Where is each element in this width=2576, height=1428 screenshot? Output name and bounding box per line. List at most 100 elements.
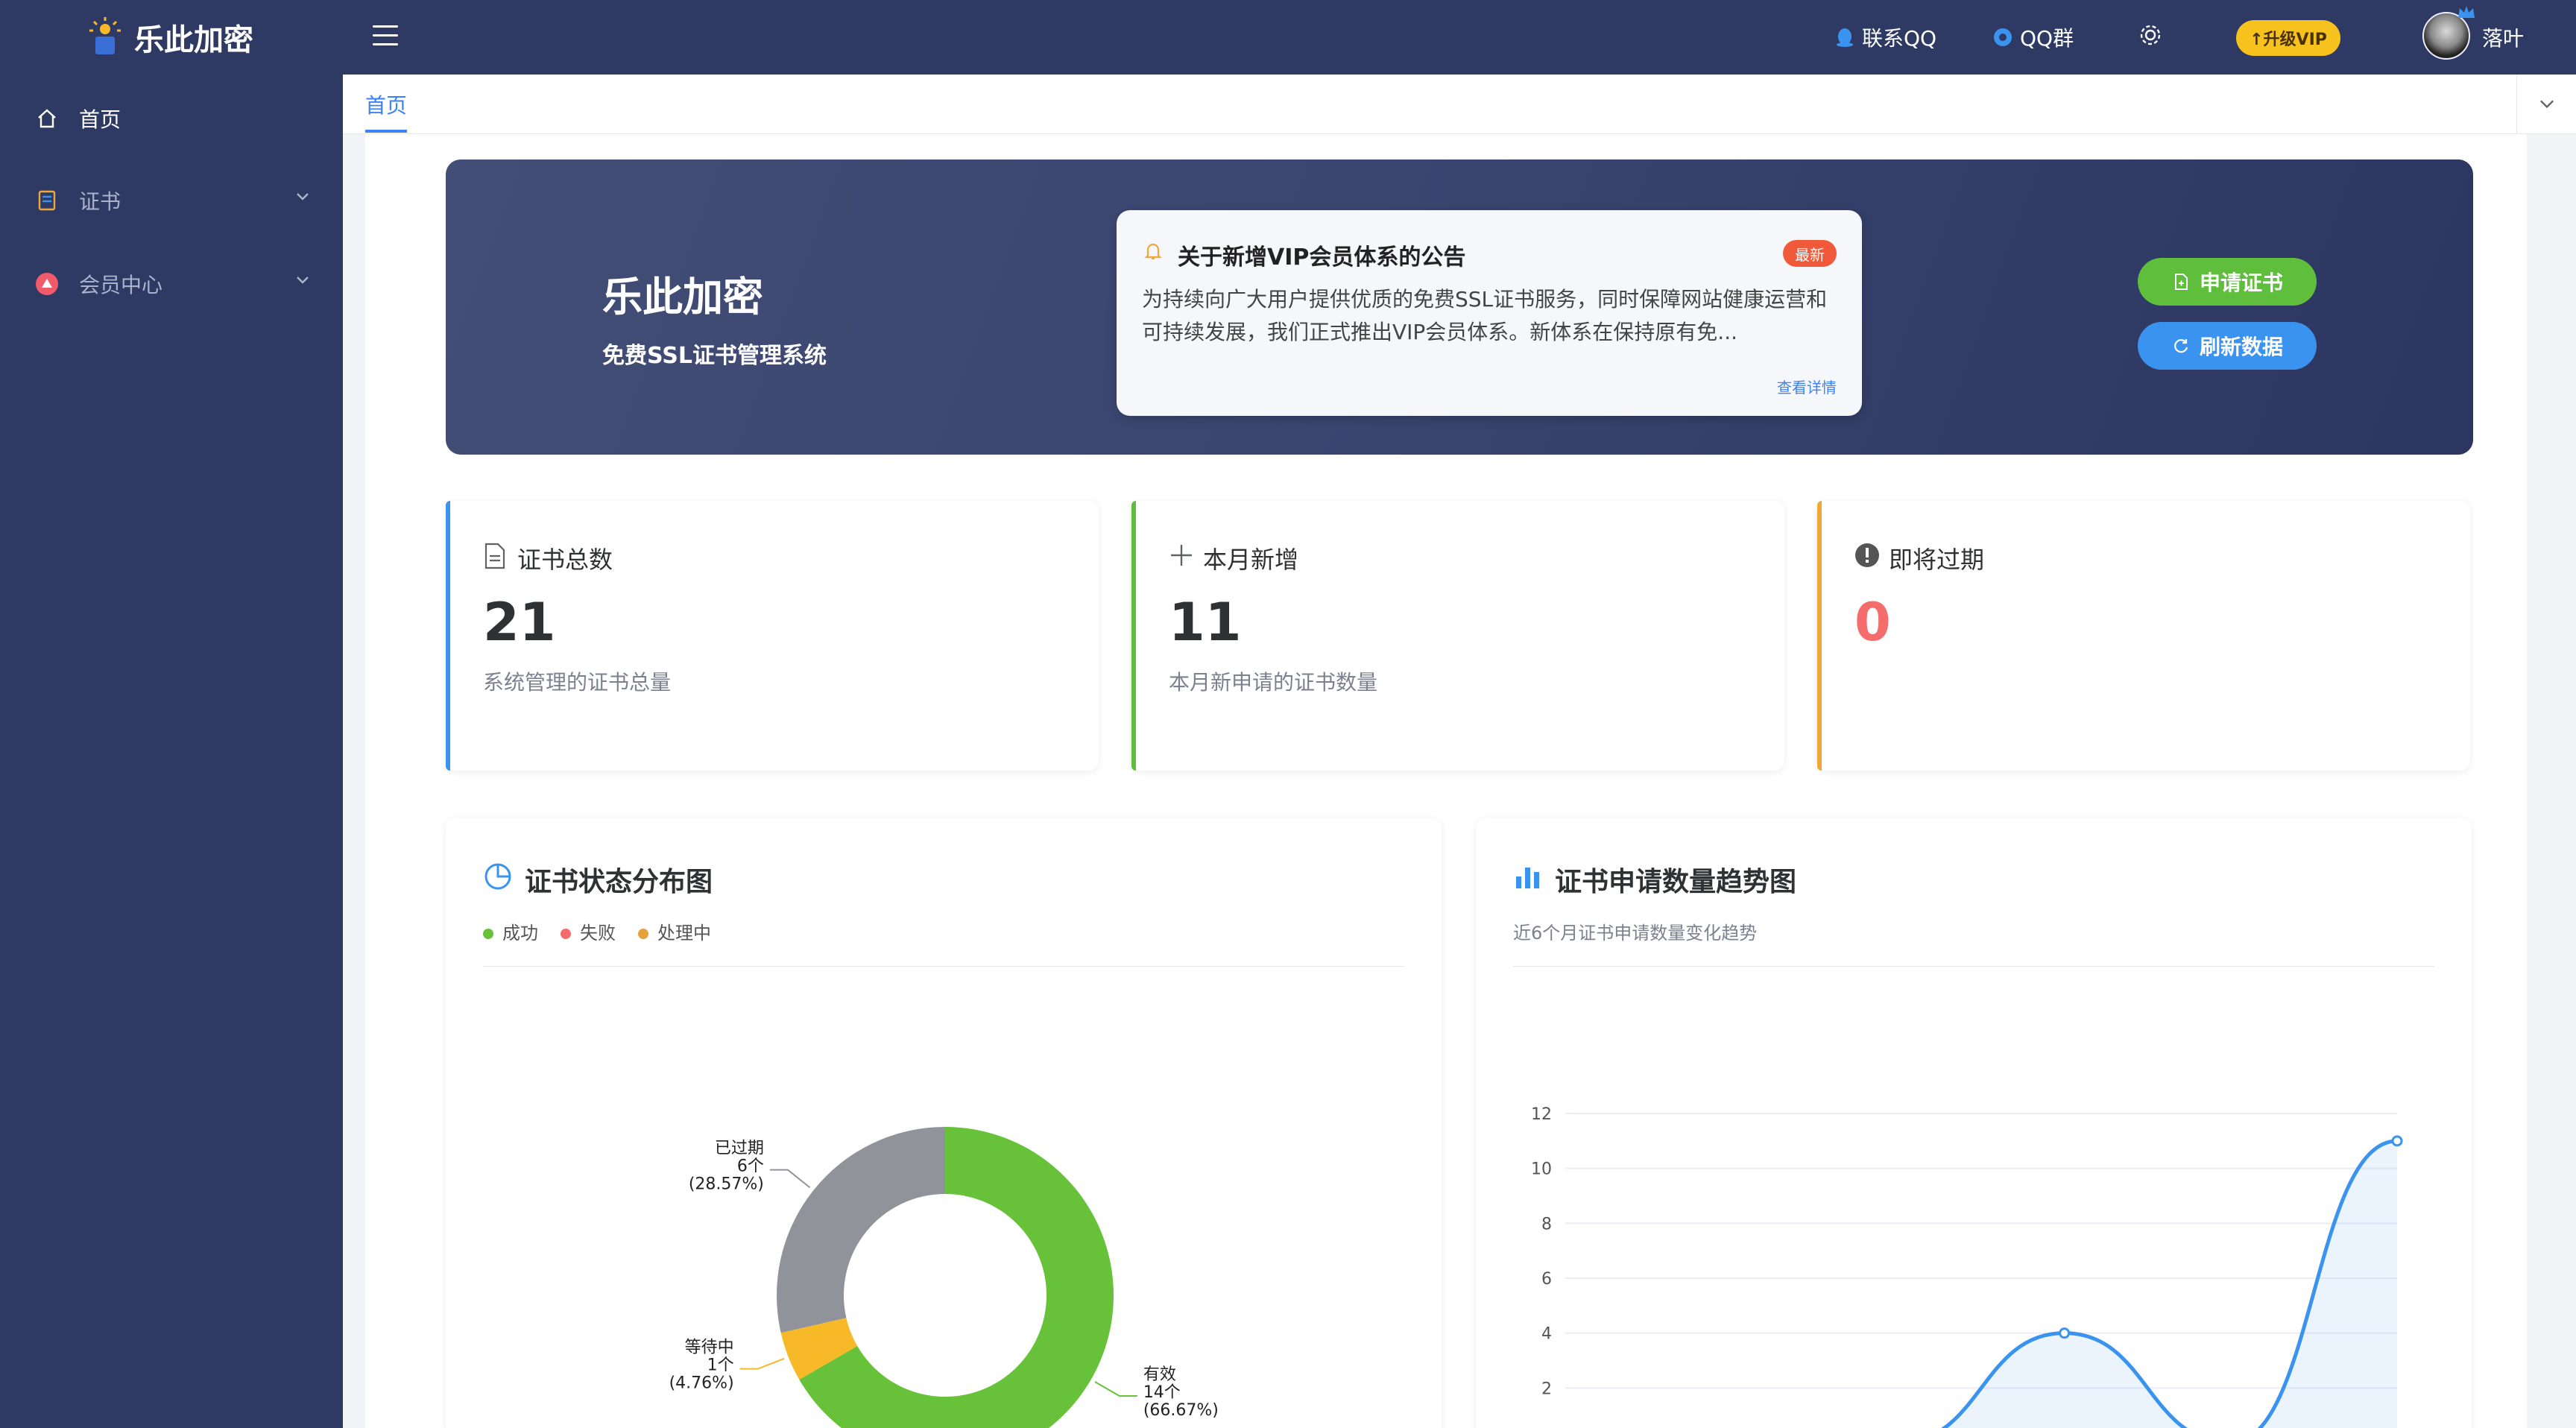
stat-card-total: 证书总数 21 系统管理的证书总量 [446, 501, 1099, 771]
gear-icon [2140, 25, 2161, 45]
chevron-down-icon [297, 193, 309, 200]
pie-slice-label: 已过期 [715, 1140, 764, 1158]
panel-subtitle: 近6个月证书申请数量变化趋势 [1513, 923, 1758, 944]
hero-title: 乐此加密 [602, 274, 763, 320]
legend-label: 失败 [580, 923, 616, 944]
stat-title: 即将过期 [1889, 546, 1985, 574]
top-bar: 联系QQ QQ群 ↑升级VIP 落叶 [343, 0, 2576, 75]
status-distribution-panel: 证书状态分布图 成功 失败 处理中 有效 14个 (66.67%) 等待中 1个 (4.7… [446, 818, 1442, 1428]
pie-slice-label: 等待中 [685, 1339, 734, 1357]
contact-qq-label: 联系QQ [1862, 26, 1937, 51]
pie-slice-label: (28.57%) [689, 1175, 764, 1194]
stat-accent-bar [1131, 501, 1136, 771]
sidebar-item-label: 首页 [79, 107, 121, 132]
y-tick-label: 6 [1541, 1270, 1552, 1289]
hero-subtitle: 免费SSL证书管理系统 [602, 343, 827, 369]
legend-item-failed[interactable]: 失败 [561, 918, 616, 944]
crown-icon [2458, 6, 2475, 18]
app-name: 乐此加密 [134, 23, 253, 57]
stat-description: 系统管理的证书总量 [483, 670, 672, 695]
pie-slice-label: (4.76%) [669, 1374, 734, 1393]
chevron-down-icon [297, 277, 309, 284]
stat-card-monthly: 本月新增 11 本月新申请的证书数量 [1131, 501, 1784, 771]
pie-slice-label: 有效 [1143, 1365, 1176, 1384]
bar-chart-icon [1516, 868, 1539, 888]
file-add-icon [2174, 274, 2188, 290]
pie-chart-icon [484, 863, 511, 890]
tabs-dropdown-button[interactable] [2516, 75, 2576, 134]
pie-slice-label: 6个 [737, 1157, 764, 1176]
warning-icon [1855, 543, 1879, 567]
stat-value: 0 [1854, 592, 1891, 653]
pie-slice-label: (66.67%) [1143, 1401, 1219, 1420]
stat-accent-bar [446, 501, 450, 771]
upgrade-vip-button[interactable]: ↑升级VIP [2236, 20, 2340, 56]
certificate-icon [34, 188, 60, 213]
pie-label-line [769, 1169, 811, 1189]
pie-label-line [739, 1357, 785, 1370]
document-icon [484, 543, 505, 569]
tab-home[interactable]: 首页 [365, 89, 408, 133]
trend-point[interactable] [2391, 1135, 2403, 1147]
legend-item-success[interactable]: 成功 [483, 918, 538, 944]
menu-toggle-icon[interactable] [373, 25, 398, 48]
stat-value: 21 [483, 592, 556, 653]
refresh-data-button[interactable]: 刷新数据 [2138, 322, 2317, 370]
refresh-icon [2174, 339, 2188, 353]
panel-title: 证书申请数量趋势图 [1555, 867, 1797, 897]
home-icon [34, 106, 60, 131]
plus-icon [1171, 545, 1192, 566]
refresh-data-label: 刷新数据 [2199, 335, 2283, 359]
app-logo[interactable]: 乐此加密 [86, 13, 253, 61]
tabs-bar: 首页 [343, 75, 2576, 134]
sidebar-item-label: 会员中心 [79, 273, 163, 297]
apply-certificate-label: 申请证书 [2199, 271, 2283, 295]
y-tick-label: 10 [1531, 1160, 1552, 1179]
settings-button[interactable] [2138, 22, 2163, 48]
hero-banner: 乐此加密 免费SSL证书管理系统 关于新增VIP会员体系的公告 最新 为持续向广… [446, 159, 2473, 455]
qq-icon [1837, 28, 1853, 47]
stat-card-expiring: 即将过期 0 [1817, 501, 2470, 771]
sidebar-item-label: 证书 [79, 189, 121, 214]
stat-description: 本月新申请的证书数量 [1169, 670, 1378, 695]
logo-icon [89, 17, 121, 54]
qq-group-link[interactable]: QQ群 [1992, 22, 2074, 52]
panel-title: 证书状态分布图 [525, 867, 713, 897]
y-tick-label: 4 [1541, 1325, 1552, 1344]
y-tick-label: 8 [1541, 1215, 1552, 1233]
chevron-down-icon [2539, 100, 2554, 109]
trend-panel: 证书申请数量趋势图 近6个月证书申请数量变化趋势 0246810122025-0… [1476, 818, 2472, 1428]
announcement-badge: 最新 [1783, 240, 1837, 267]
qq-group-icon [1994, 28, 2012, 46]
pie-label-line [1094, 1381, 1137, 1397]
panel-divider [1513, 966, 2434, 967]
sidebar-item-certificate[interactable]: 证书 [0, 159, 343, 241]
stat-title: 证书总数 [517, 546, 613, 574]
y-tick-label: 12 [1531, 1105, 1552, 1124]
bell-icon [1144, 243, 1162, 260]
contact-qq-link[interactable]: 联系QQ [1834, 22, 1936, 52]
username[interactable]: 落叶 [2482, 22, 2524, 52]
legend-label: 成功 [502, 923, 538, 944]
pie-slice[interactable] [777, 1127, 945, 1333]
qq-group-label: QQ群 [2020, 26, 2074, 51]
apply-certificate-button[interactable]: 申请证书 [2138, 258, 2317, 306]
sidebar-item-member-center[interactable]: 会员中心 [0, 243, 343, 325]
trend-line [1941, 1139, 2398, 1428]
legend-item-processing[interactable]: 处理中 [638, 918, 711, 944]
legend-label: 处理中 [657, 923, 711, 944]
pie-legend: 成功 失败 处理中 [483, 918, 711, 944]
y-tick-label: 2 [1541, 1380, 1552, 1398]
stat-value: 11 [1169, 592, 1242, 653]
announcement-title: 关于新增VIP会员体系的公告 [1178, 244, 1466, 271]
member-icon [34, 271, 60, 297]
announcement-card[interactable]: 关于新增VIP会员体系的公告 最新 为持续向广大用户提供优质的免费SSL证书服务… [1117, 210, 1862, 416]
stat-title: 本月新增 [1203, 546, 1299, 574]
sidebar-item-home[interactable]: 首页 [0, 78, 343, 159]
announcement-more-link[interactable]: 查看详情 [1777, 376, 1837, 397]
status-pie-chart: 有效14个(66.67%) 等待中1个(4.76%) 已过期6个(28.57%) [669, 1127, 1219, 1428]
announcement-body: 为持续向广大用户提供优质的免费SSL证书服务，同时保障网站健康运营和可持续发展，… [1142, 287, 1828, 344]
panel-divider [483, 966, 1404, 967]
sidebar: 乐此加密 首页 证书 会员中心 [0, 0, 343, 1428]
trend-point[interactable] [2059, 1327, 2071, 1339]
